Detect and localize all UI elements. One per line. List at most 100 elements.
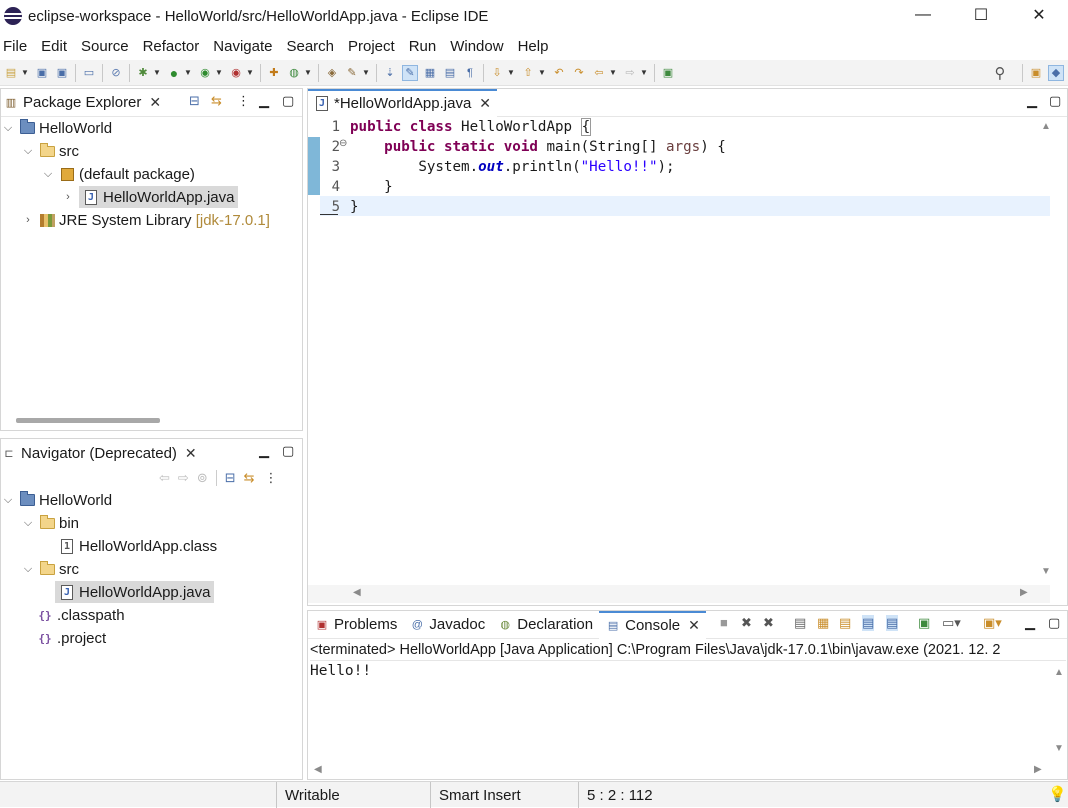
tree-item-java-file[interactable]: J HelloWorldApp.java <box>55 581 215 603</box>
menu-file[interactable]: File <box>0 38 36 55</box>
maximize-button[interactable]: ☐ <box>952 0 1010 30</box>
collapsed-chevron-icon[interactable]: › <box>61 191 75 203</box>
word-wrap-icon[interactable]: ▤ <box>442 65 458 81</box>
skip-breakpoints-icon[interactable]: ⊘ <box>108 65 124 81</box>
back-icon[interactable]: ⇦ <box>159 470 170 486</box>
navigator-tab[interactable]: Navigator (Deprecated) <box>21 445 177 462</box>
open-type-icon[interactable]: ◈ <box>324 65 340 81</box>
last-edit-location-icon[interactable]: ↶ <box>551 65 567 81</box>
menu-run[interactable]: Run <box>406 38 446 55</box>
up-icon[interactable]: ⊚ <box>197 470 208 486</box>
coverage-icon[interactable]: ◉ <box>197 65 213 81</box>
search-dropdown-icon[interactable]: ▼ <box>362 65 370 81</box>
tree-item-project[interactable]: ⌵ HelloWorld <box>1 117 112 139</box>
package-explorer-tab[interactable]: Package Explorer <box>23 94 141 111</box>
scroll-right-icon[interactable]: ▶ <box>1020 587 1028 598</box>
expanded-chevron-icon[interactable]: ⌵ <box>21 563 35 576</box>
coverage-dropdown-icon[interactable]: ▼ <box>215 65 223 81</box>
fold-collapse-icon[interactable]: ⊖ <box>339 138 347 149</box>
tree-item-class-file[interactable]: 1 HelloWorldApp.class <box>59 535 217 557</box>
external-tools-icon[interactable]: ◉ <box>228 65 244 81</box>
tab-console[interactable]: ▤ Console ✕ <box>599 610 706 639</box>
collapsed-chevron-icon[interactable]: › <box>21 214 35 226</box>
previous-edit-dropdown-icon[interactable]: ▼ <box>538 65 546 81</box>
save-icon[interactable]: ▣ <box>34 65 50 81</box>
new-java-class-icon[interactable]: ◍ <box>286 65 302 81</box>
navigator-close-icon[interactable]: ✕ <box>185 445 197 462</box>
show-whitespace-icon[interactable]: ¶ <box>462 65 478 81</box>
scroll-left-icon[interactable]: ◀ <box>353 587 361 598</box>
debug-dropdown-icon[interactable]: ▼ <box>153 65 161 81</box>
forward-dropdown-icon[interactable]: ▼ <box>640 65 648 81</box>
new-icon[interactable]: ▤ <box>3 65 19 81</box>
run-dropdown-icon[interactable]: ▼ <box>184 65 192 81</box>
expanded-chevron-icon[interactable]: ⌵ <box>21 517 35 530</box>
search-icon[interactable]: ⚲ <box>992 65 1008 82</box>
maximize-view-icon[interactable]: ▢ <box>1048 615 1060 631</box>
expanded-chevron-icon[interactable]: ⌵ <box>21 145 35 158</box>
minimize-button[interactable]: — <box>894 0 952 30</box>
navigate-forward-icon[interactable]: ⇨ <box>622 65 638 81</box>
minimize-view-icon[interactable]: ▁ <box>259 93 269 109</box>
block-selection-icon[interactable]: ▦ <box>422 65 438 81</box>
close-button[interactable]: ✕ <box>1010 0 1068 30</box>
pin-editor-icon[interactable]: ▣ <box>660 65 676 81</box>
minimize-view-icon[interactable]: ▁ <box>1025 615 1035 631</box>
run-icon[interactable]: ● <box>166 65 182 81</box>
minimize-view-icon[interactable]: ▁ <box>259 443 269 459</box>
maximize-view-icon[interactable]: ▢ <box>282 93 294 109</box>
scroll-down-icon[interactable]: ▼ <box>1041 566 1051 577</box>
open-console-icon[interactable]: ▣▾ <box>983 615 1002 631</box>
menu-window[interactable]: Window <box>447 38 512 55</box>
console-output[interactable]: Hello!! <box>310 663 371 679</box>
menu-project[interactable]: Project <box>345 38 404 55</box>
link-with-editor-icon[interactable]: ⇆ <box>211 93 222 109</box>
show-on-stderr-icon[interactable]: ▤ <box>886 615 899 631</box>
terminate-icon[interactable]: ■ <box>720 615 728 630</box>
next-edit-dropdown-icon[interactable]: ▼ <box>507 65 515 81</box>
tree-item-default-package[interactable]: ⌵ (default package) <box>41 163 195 185</box>
collapse-all-icon[interactable]: ⊟ <box>225 470 236 486</box>
editor-horizontal-scrollbar[interactable] <box>308 585 1050 603</box>
link-with-editor-icon[interactable]: ⇆ <box>244 470 255 486</box>
remove-all-terminated-icon[interactable]: ✖ <box>763 615 774 631</box>
tab-problems[interactable]: ▣ Problems <box>308 611 403 639</box>
new-java-project-icon[interactable]: ✚ <box>266 65 282 81</box>
save-all-icon[interactable]: ▣ <box>54 65 70 81</box>
editor-tab-close-icon[interactable]: ✕ <box>479 95 491 112</box>
tab-javadoc[interactable]: @ Javadoc <box>403 611 491 639</box>
scroll-left-icon[interactable]: ◀ <box>314 764 322 775</box>
scroll-up-icon[interactable]: ▲ <box>1041 121 1051 132</box>
tree-item-src[interactable]: ⌵ src <box>21 140 79 162</box>
menu-search[interactable]: Search <box>283 38 343 55</box>
lightbulb-icon[interactable]: 💡 <box>1048 785 1067 803</box>
tree-item-project[interactable]: ⌵ HelloWorld <box>1 489 112 511</box>
tree-item-classpath[interactable]: {} .classpath <box>37 604 124 626</box>
navigate-back-icon[interactable]: ⇦ <box>591 65 607 81</box>
search-tool-icon[interactable]: ✎ <box>344 65 360 81</box>
show-on-stdout-icon[interactable]: ▤ <box>862 615 875 631</box>
next-edit-icon[interactable]: ⇩ <box>489 65 505 81</box>
debug-icon[interactable]: ✱ <box>135 65 151 81</box>
open-console-icon[interactable]: ▭ <box>81 65 97 81</box>
pin-console-icon[interactable]: ▣ <box>918 615 930 631</box>
tree-item-java-file[interactable]: › J HelloWorldApp.java <box>61 186 239 208</box>
expanded-chevron-icon[interactable]: ⌵ <box>41 168 55 181</box>
menu-navigate[interactable]: Navigate <box>210 38 281 55</box>
word-wrap-icon[interactable]: ▤ <box>839 615 851 631</box>
menu-edit[interactable]: Edit <box>38 38 76 55</box>
menu-help[interactable]: Help <box>515 38 558 55</box>
view-menu-icon[interactable]: ⋮ <box>265 470 278 486</box>
next-annotation-icon[interactable]: ⇣ <box>382 65 398 81</box>
scroll-lock-icon[interactable]: ▦ <box>817 615 829 631</box>
new-class-dropdown-icon[interactable]: ▼ <box>304 65 312 81</box>
scroll-down-icon[interactable]: ▼ <box>1054 743 1064 754</box>
external-tools-dropdown-icon[interactable]: ▼ <box>246 65 254 81</box>
console-close-icon[interactable]: ✕ <box>688 617 700 634</box>
mark-occurrences-icon[interactable]: ✎ <box>402 64 418 81</box>
scroll-up-icon[interactable]: ▲ <box>1054 667 1064 678</box>
menu-source[interactable]: Source <box>78 38 138 55</box>
view-menu-icon[interactable]: ⋮ <box>237 93 250 109</box>
clear-console-icon[interactable]: ▤ <box>794 615 806 631</box>
open-perspective-icon[interactable]: ▣ <box>1028 65 1044 81</box>
